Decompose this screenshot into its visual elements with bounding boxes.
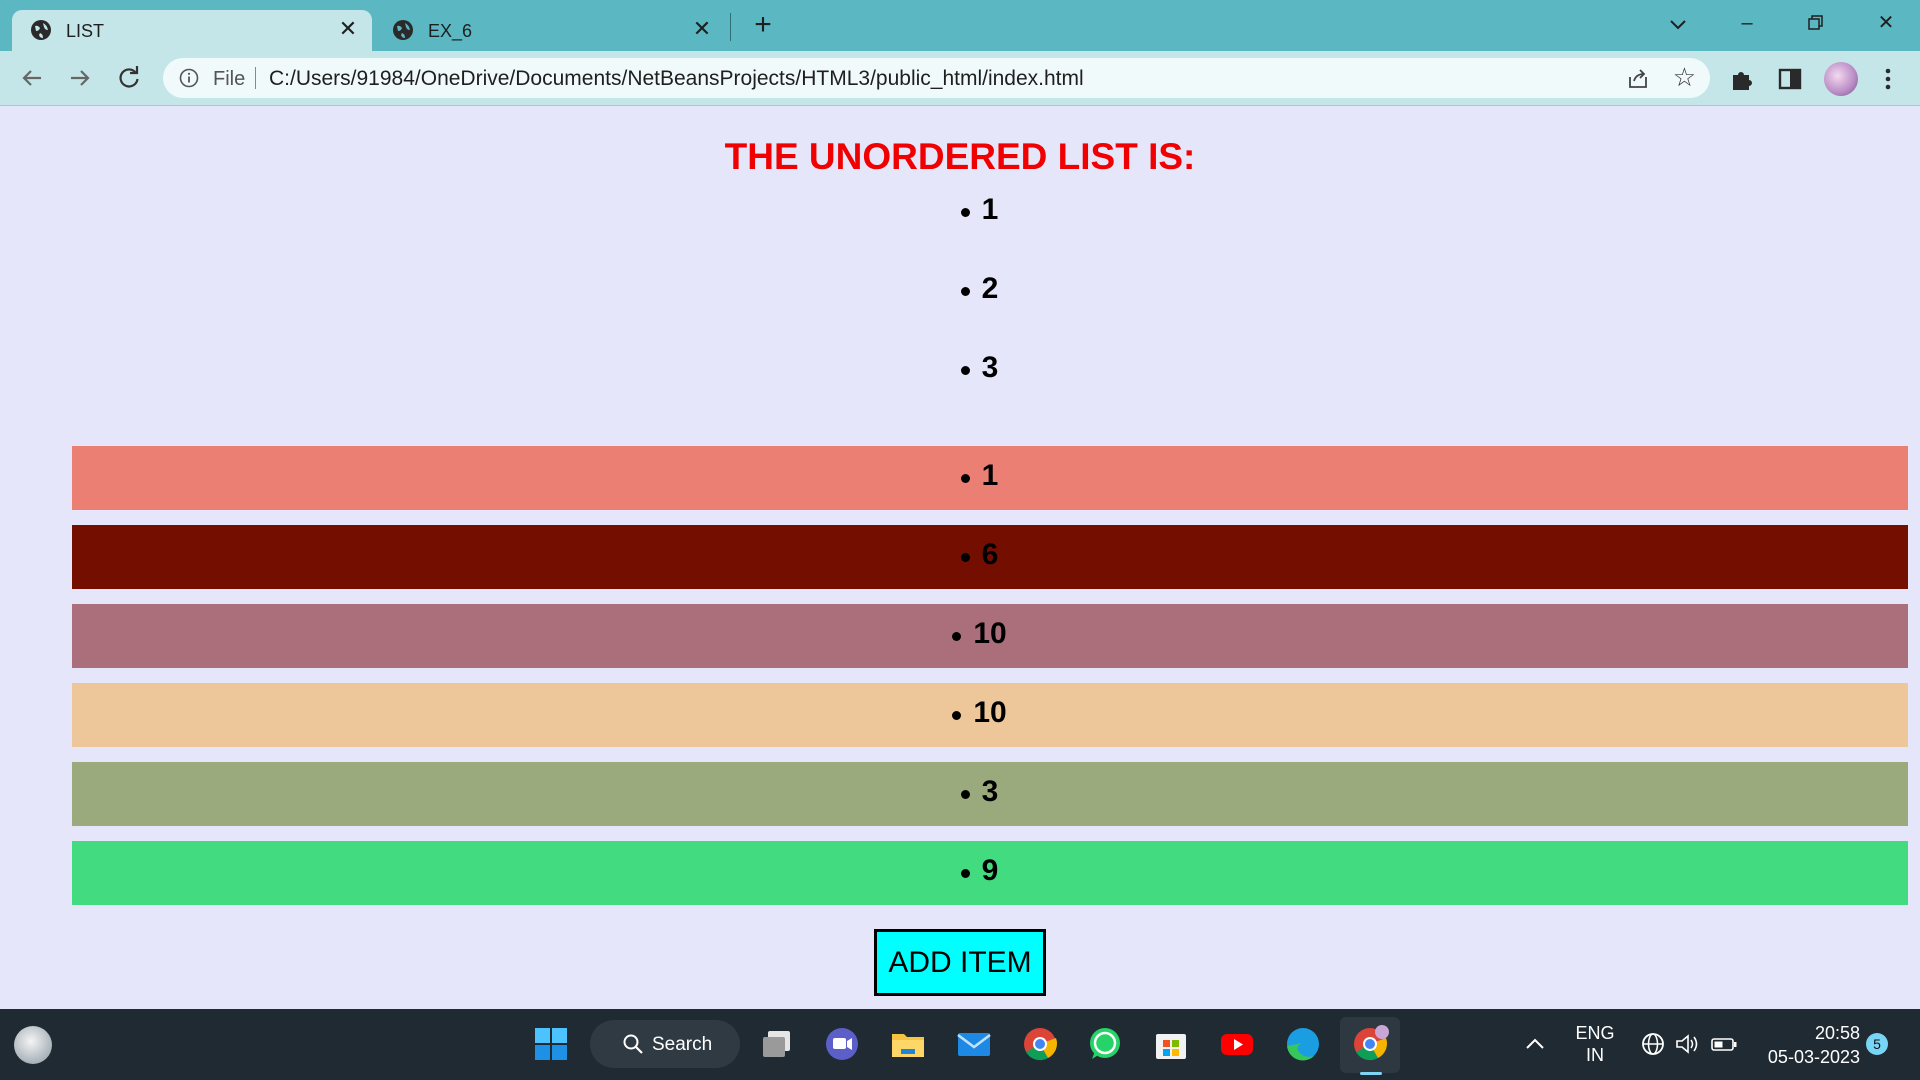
close-tab-icon[interactable]: ✕ xyxy=(690,17,714,41)
restore-icon xyxy=(1808,15,1823,30)
address-divider xyxy=(255,67,256,89)
address-bar[interactable]: File C:/Users/91984/OneDrive/Documents/N… xyxy=(163,58,1710,98)
info-icon[interactable] xyxy=(179,68,199,88)
side-panel-icon[interactable] xyxy=(1776,65,1804,93)
back-arrow-icon xyxy=(22,70,41,86)
list-item-value: 9 xyxy=(981,854,999,887)
forward-arrow-icon xyxy=(71,70,90,86)
list-item: 3 xyxy=(72,338,1908,402)
language-region: IN xyxy=(1586,1045,1604,1065)
list-item: 1 xyxy=(72,180,1908,244)
profile-avatar[interactable] xyxy=(1824,62,1858,96)
language-indicator[interactable]: ENG IN xyxy=(1570,1022,1620,1066)
colored-list-item: 3 xyxy=(72,762,1908,826)
tab-divider xyxy=(730,13,731,41)
list-item-value: 1 xyxy=(981,193,999,226)
clock[interactable]: 20:58 05-03-2023 xyxy=(1750,1021,1860,1069)
colored-list-item: 10 xyxy=(72,683,1908,747)
whatsapp-icon[interactable] xyxy=(1086,1025,1124,1063)
tab-strip: LIST ✕ EX_6 ✕ + – ✕ xyxy=(0,0,1920,51)
search-icon xyxy=(623,1034,643,1054)
browser-toolbar: File C:/Users/91984/OneDrive/Documents/N… xyxy=(0,51,1920,106)
colored-list-item: 1 xyxy=(72,446,1908,510)
tab-title: EX_6 xyxy=(428,21,473,41)
active-indicator xyxy=(1360,1072,1382,1075)
share-icon[interactable] xyxy=(1626,67,1650,91)
tab-title: LIST xyxy=(66,21,105,41)
scheme-label: File xyxy=(213,68,246,90)
edge-icon[interactable] xyxy=(1284,1025,1322,1063)
teams-chat-icon[interactable] xyxy=(823,1025,861,1063)
list-item-value: 3 xyxy=(981,775,999,808)
more-menu-icon[interactable] xyxy=(1874,65,1902,93)
colored-list-item: 9 xyxy=(72,841,1908,905)
page-heading: THE UNORDERED LIST IS: xyxy=(724,136,1196,177)
language-code: ENG xyxy=(1575,1023,1615,1043)
network-globe-icon[interactable] xyxy=(1640,1031,1666,1057)
volume-icon[interactable] xyxy=(1674,1031,1700,1057)
reload-icon xyxy=(119,66,139,88)
close-tab-icon[interactable]: ✕ xyxy=(336,17,360,41)
list-item-value: 10 xyxy=(973,696,1007,729)
back-button[interactable] xyxy=(17,63,47,93)
globe-icon xyxy=(31,20,51,40)
chrome-icon[interactable] xyxy=(1021,1025,1059,1063)
close-window-button[interactable]: ✕ xyxy=(1862,8,1910,38)
minimize-button[interactable]: – xyxy=(1723,8,1771,38)
battery-icon[interactable] xyxy=(1710,1031,1738,1057)
colored-list-item: 6 xyxy=(72,525,1908,589)
show-hidden-icons-chevron-icon[interactable] xyxy=(1522,1031,1548,1057)
clock-time: 20:58 xyxy=(1814,1023,1860,1043)
tab-ex6[interactable]: EX_6 ✕ xyxy=(374,10,726,51)
list-item-value: 1 xyxy=(981,459,999,492)
tab-list[interactable]: LIST ✕ xyxy=(12,10,372,51)
mail-icon[interactable] xyxy=(955,1025,993,1063)
bookmark-star-icon[interactable]: ☆ xyxy=(1673,64,1696,90)
page-viewport: THE UNORDERED LIST IS: 1 2 3 1 6 10 10 3… xyxy=(0,106,1920,1009)
youtube-icon[interactable] xyxy=(1218,1025,1256,1063)
url-text[interactable]: C:/Users/91984/OneDrive/Documents/NetBea… xyxy=(269,67,1084,91)
notification-badge[interactable]: 5 xyxy=(1866,1033,1888,1055)
colored-list-item: 10 xyxy=(72,604,1908,668)
list-item-value: 10 xyxy=(973,617,1007,650)
taskbar: Search ENG IN 20:58 05-03-2023 5 xyxy=(0,1009,1920,1080)
list-item-value: 2 xyxy=(981,272,999,305)
microsoft-store-icon[interactable] xyxy=(1152,1025,1190,1063)
restore-button[interactable] xyxy=(1792,8,1840,38)
task-view-icon[interactable] xyxy=(758,1025,796,1063)
reload-button[interactable] xyxy=(114,63,144,93)
taskbar-search[interactable]: Search xyxy=(590,1020,740,1068)
extensions-puzzle-icon[interactable] xyxy=(1728,65,1756,93)
tab-search-chevron-icon[interactable] xyxy=(1664,12,1692,36)
file-explorer-icon[interactable] xyxy=(889,1025,927,1063)
weather-widget-icon[interactable] xyxy=(14,1026,52,1064)
add-item-button[interactable]: ADD ITEM xyxy=(874,929,1046,996)
search-label: Search xyxy=(652,1034,713,1055)
globe-icon xyxy=(393,20,413,40)
chrome-profile-icon[interactable] xyxy=(1351,1025,1389,1063)
forward-button[interactable] xyxy=(65,63,95,93)
windows-start-icon[interactable] xyxy=(532,1025,570,1063)
new-tab-button[interactable]: + xyxy=(748,10,778,41)
list-item-value: 6 xyxy=(981,538,999,571)
list-item: 2 xyxy=(72,259,1908,323)
list-item-value: 3 xyxy=(981,351,999,384)
clock-date: 05-03-2023 xyxy=(1767,1047,1860,1067)
